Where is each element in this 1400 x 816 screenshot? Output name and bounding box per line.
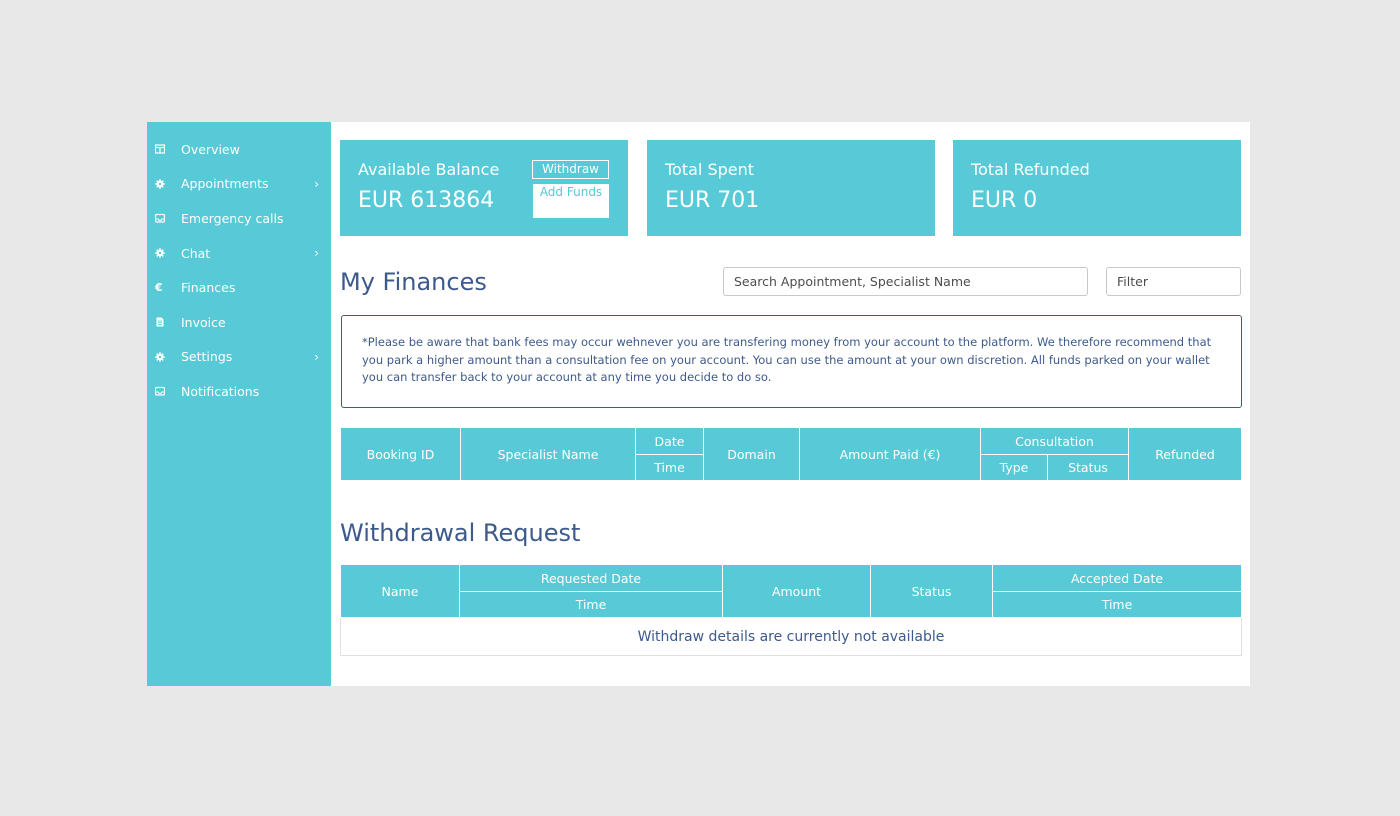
sidebar-item-appointments[interactable]: Appointments › [147,167,331,202]
finances-table: Booking ID Specialist Name Date Domain A… [340,427,1242,481]
column-header-amount[interactable]: Amount [722,564,871,618]
sidebar-item-label: Notifications [181,383,260,399]
column-header-requested-date[interactable]: Requested Date [459,564,723,592]
grid-icon [155,144,181,154]
sidebar: Overview Appointments › Emergency calls … [147,122,331,686]
gear-icon [155,179,181,189]
column-header-refunded[interactable]: Refunded [1128,427,1242,481]
chevron-right-icon: › [314,246,319,261]
total-refunded-card: Total Refunded EUR 0 [953,140,1241,236]
euro-icon: € [155,281,163,295]
add-funds-button[interactable]: Add Funds [533,184,609,218]
sidebar-item-notifications[interactable]: Notifications [147,374,331,409]
card-title: Available Balance [358,160,500,179]
column-header-booking-id[interactable]: Booking ID [340,427,461,481]
sidebar-item-chat[interactable]: Chat › [147,236,331,271]
sidebar-item-invoice[interactable]: Invoice [147,305,331,340]
column-header-specialist-name[interactable]: Specialist Name [460,427,636,481]
sidebar-item-label: Invoice [181,314,226,330]
withdraw-button[interactable]: Withdraw [532,160,609,179]
main-content: Available Balance EUR 613864 Withdraw Ad… [331,122,1250,686]
column-header-name[interactable]: Name [340,564,460,618]
sidebar-item-label: Chat [181,245,211,261]
withdrawal-table: Name Requested Date Amount Status Accept… [340,564,1242,656]
sidebar-item-settings[interactable]: Settings › [147,340,331,375]
sidebar-item-label: Overview [181,141,240,157]
column-header-amount-paid[interactable]: Amount Paid (€) [799,427,981,481]
withdrawal-title: Withdrawal Request [340,519,581,547]
inbox-icon [155,386,181,397]
column-header-status[interactable]: Status [870,564,993,618]
sidebar-item-label: Emergency calls [181,210,284,226]
sidebar-item-finances[interactable]: € Finances [147,270,331,305]
available-balance-card: Available Balance EUR 613864 Withdraw Ad… [340,140,628,236]
card-value: EUR 701 [665,188,760,213]
filter-input[interactable]: Filter [1106,267,1241,296]
column-header-date[interactable]: Date [635,427,704,455]
column-header-type[interactable]: Type [980,454,1048,481]
app-window: Overview Appointments › Emergency calls … [147,122,1250,686]
total-spent-card: Total Spent EUR 701 [647,140,935,236]
column-header-requested-time[interactable]: Time [459,591,723,618]
gear-icon [155,248,181,258]
column-header-consultation: Consultation [980,427,1129,455]
column-header-status[interactable]: Status [1047,454,1129,481]
sidebar-item-label: Settings [181,349,233,365]
sidebar-item-label: Appointments [181,176,269,192]
column-header-domain[interactable]: Domain [703,427,800,481]
sidebar-item-emergency-calls[interactable]: Emergency calls [147,201,331,236]
card-value: EUR 613864 [358,188,495,213]
inbox-icon [155,213,181,224]
column-header-accepted-date[interactable]: Accepted Date [992,564,1242,592]
card-title: Total Spent [665,160,755,179]
chevron-right-icon: › [314,176,319,191]
gear-icon [155,352,181,362]
page-title: My Finances [340,268,487,296]
chevron-right-icon: › [314,349,319,364]
search-input[interactable]: Search Appointment, Specialist Name [723,267,1088,296]
sidebar-item-label: Finances [181,280,236,296]
card-title: Total Refunded [971,160,1090,179]
document-icon [155,317,181,327]
column-header-time[interactable]: Time [635,454,704,481]
sidebar-item-overview[interactable]: Overview [147,132,331,167]
card-value: EUR 0 [971,188,1038,213]
empty-state-message: Withdraw details are currently not avail… [340,617,1242,656]
bank-fees-notice: *Please be aware that bank fees may occu… [341,315,1242,408]
column-header-accepted-time[interactable]: Time [992,591,1242,618]
